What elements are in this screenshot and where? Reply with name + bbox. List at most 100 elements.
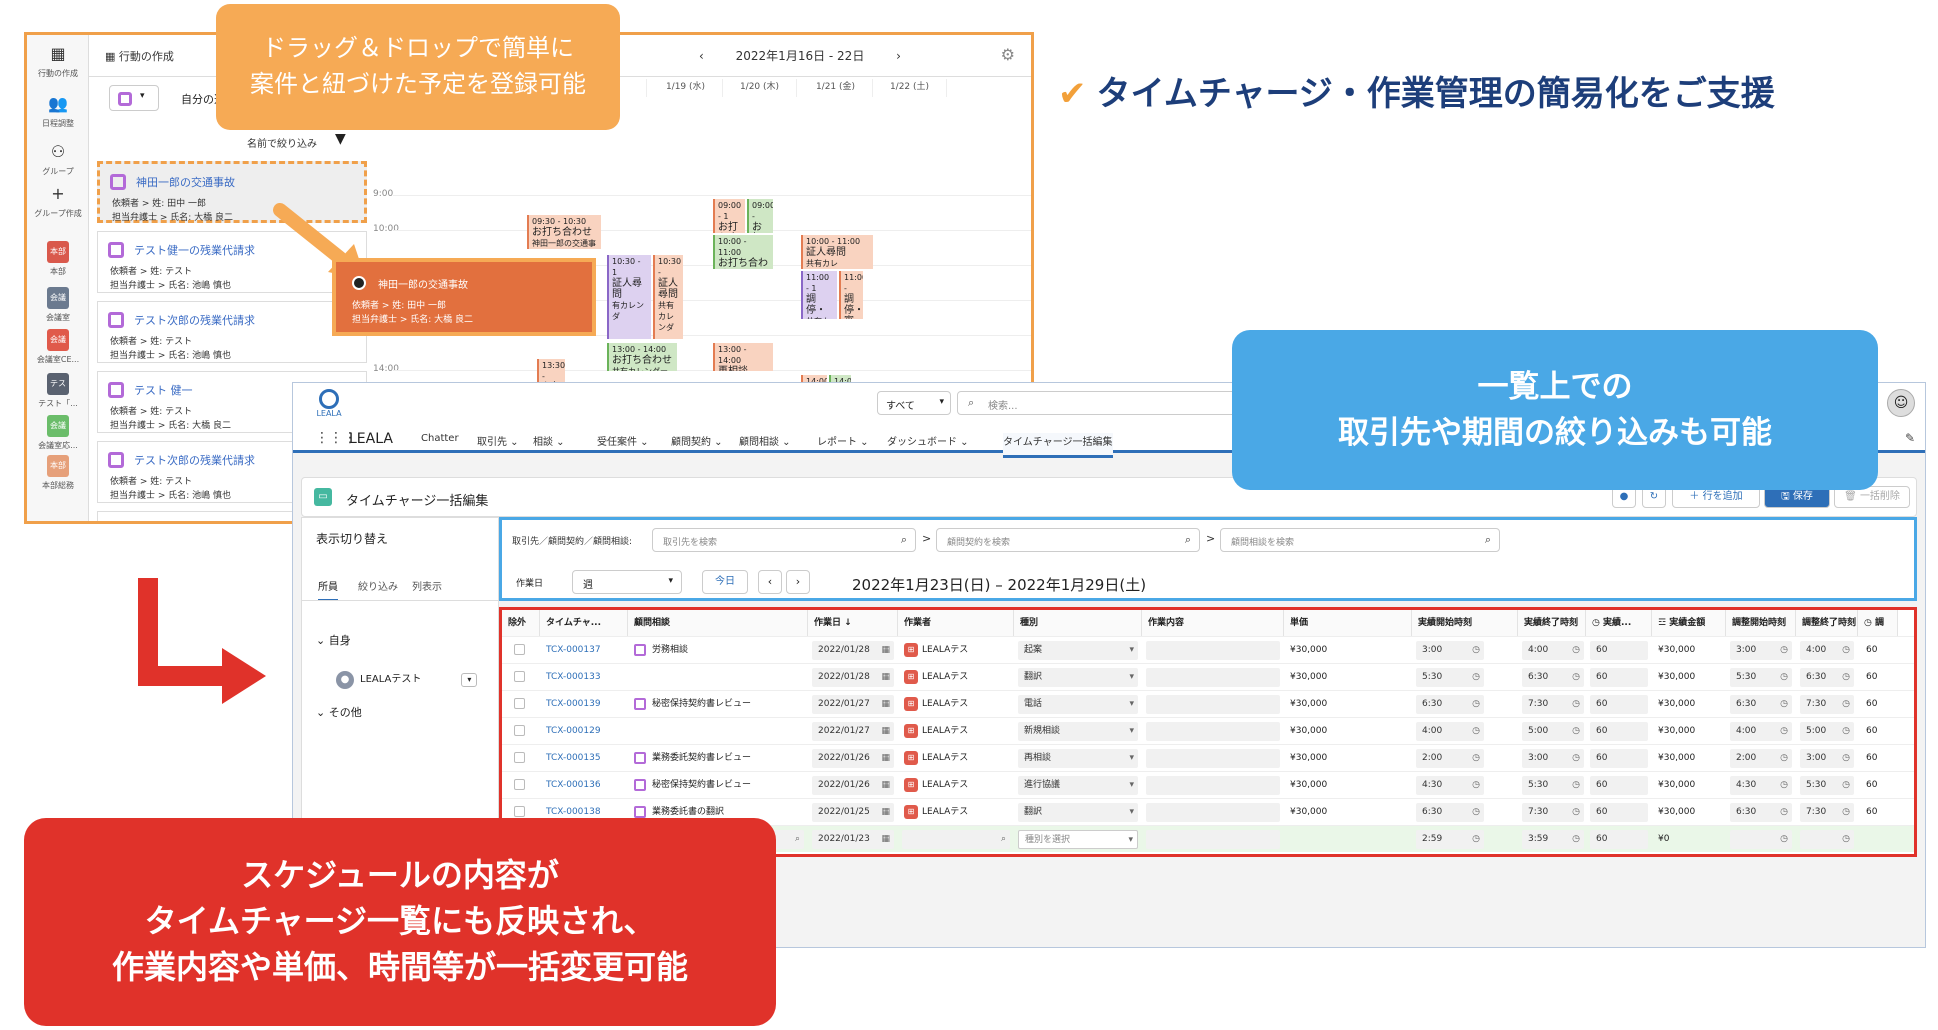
start-time-input[interactable]: 3:00 ◷ [1416, 641, 1484, 660]
nav-item[interactable]: Chatter [421, 433, 459, 444]
start-time-input[interactable]: 4:00 ◷ [1416, 722, 1484, 741]
create-action-button[interactable]: ▦ 行動の作成 [105, 48, 174, 64]
adj-end-input[interactable]: 7:30 ◷ [1800, 803, 1854, 822]
type-select[interactable]: 起案 ▾ [1018, 641, 1138, 660]
next-period-button[interactable]: › [786, 570, 810, 594]
adj-end-input[interactable]: 5:00 ◷ [1800, 722, 1854, 741]
calendar-event[interactable]: 11:00 -調停・審判 [839, 271, 863, 319]
period-select[interactable]: 週 ▾ [572, 570, 682, 594]
start-time-input[interactable]: 6:30 ◷ [1416, 803, 1484, 822]
rail-item[interactable]: テス テスト「... [27, 373, 89, 409]
chevron-down-icon[interactable]: ▾ [461, 673, 478, 687]
gear-icon[interactable]: ⚙ [1001, 45, 1015, 64]
dragged-case-card[interactable]: 神田一郎の交通事故 依頼者 > 姓: 田中 一郎 担当弁護士 > 氏名: 大橋 … [332, 258, 596, 336]
consult-cell[interactable]: 業務委託契約書レビュー [628, 745, 808, 772]
account-search-input[interactable]: 取引先を検索 ⌕ [652, 528, 916, 552]
type-select[interactable]: 再相談 ▾ [1018, 749, 1138, 768]
date-input[interactable]: 2022/01/28 ▦ [812, 641, 894, 660]
exclude-checkbox[interactable] [514, 671, 525, 682]
end-time-input[interactable]: 3:59 ◷ [1522, 830, 1584, 849]
price-cell[interactable]: ¥30,000 [1284, 664, 1412, 691]
column-header[interactable]: ◷ 実績... [1586, 610, 1652, 636]
worker-cell[interactable]: ⊞ LEALAテス [898, 799, 1014, 826]
date-input[interactable]: 2022/01/27 ▦ [812, 722, 894, 741]
content-input[interactable] [1146, 668, 1280, 687]
calendar-event[interactable]: 09:30 - 10:30お打ち合わせ神田一郎の交通事故 [527, 215, 601, 249]
minutes-input[interactable]: 60 [1590, 830, 1648, 849]
rail-item[interactable]: + グループ作成 [27, 183, 89, 219]
calendar-event[interactable]: 10:00 - 11:00お打ち合わせ共有カレンダー [713, 235, 773, 269]
tab-columns[interactable]: 列表示 [412, 578, 442, 593]
end-time-input[interactable]: 7:30 ◷ [1522, 803, 1584, 822]
adj-start-input[interactable]: 6:30 ◷ [1730, 695, 1792, 714]
exclude-checkbox[interactable] [514, 752, 525, 763]
start-time-input[interactable]: 2:59 ◷ [1416, 830, 1484, 849]
search-scope-select[interactable]: すべて ▾ [877, 391, 951, 415]
adj-end-input[interactable]: 6:30 ◷ [1800, 668, 1854, 687]
adj-end-input[interactable]: ◷ [1800, 830, 1854, 849]
today-button[interactable]: 今日 [702, 570, 748, 594]
column-header[interactable]: ◷ 調 [1858, 610, 1898, 636]
adj-end-input[interactable]: 5:30 ◷ [1800, 776, 1854, 795]
end-time-input[interactable]: 5:30 ◷ [1522, 776, 1584, 795]
rail-item[interactable]: ⚇ グループ [27, 141, 89, 177]
column-header[interactable]: タイムチャ... [540, 610, 628, 636]
start-time-input[interactable]: 2:00 ◷ [1416, 749, 1484, 768]
worker-cell[interactable]: ⊞ LEALAテス [898, 772, 1014, 799]
adj-start-input[interactable]: ◷ [1730, 830, 1792, 849]
tab-filter[interactable]: 絞り込み [358, 578, 398, 593]
rail-item[interactable]: 会議 会議室 [27, 287, 89, 323]
adj-end-input[interactable]: 3:00 ◷ [1800, 749, 1854, 768]
end-time-input[interactable]: 5:00 ◷ [1522, 722, 1584, 741]
column-header[interactable]: ☲ 実績金額 [1652, 610, 1726, 636]
content-input[interactable] [1146, 803, 1280, 822]
filter-icon[interactable]: ▼ [335, 131, 346, 147]
rail-item[interactable]: 👥 日程調整 [27, 93, 89, 129]
tab-staff[interactable]: 所員 [318, 578, 338, 601]
column-header[interactable]: 除外 [502, 610, 540, 636]
case-card[interactable]: テスト次郎の残業代請求 依頼者 > 姓: テスト 担当弁護士 > 氏名: 池嶋 慎也 [97, 301, 367, 363]
price-cell[interactable]: ¥30,000 [1284, 637, 1412, 664]
prev-period-button[interactable]: ‹ [758, 570, 782, 594]
type-select[interactable]: 翻訳 ▾ [1018, 803, 1138, 822]
global-search-input[interactable]: ⌕ 検索... [957, 391, 1277, 415]
end-time-input[interactable]: 3:00 ◷ [1522, 749, 1584, 768]
prev-week-button[interactable]: ‹ [699, 49, 704, 63]
start-time-input[interactable]: 6:30 ◷ [1416, 695, 1484, 714]
column-header[interactable]: 調整終了時刻 [1796, 610, 1858, 636]
rail-item[interactable]: 会議 会議室CE... [27, 329, 89, 365]
start-time-input[interactable]: 5:30 ◷ [1416, 668, 1484, 687]
column-header[interactable]: 種別 [1014, 610, 1142, 636]
consult-cell[interactable] [628, 718, 808, 745]
date-input[interactable]: 2022/01/25 ▦ [812, 803, 894, 822]
minutes-input[interactable]: 60 [1590, 722, 1648, 741]
adj-start-input[interactable]: 4:30 ◷ [1730, 776, 1792, 795]
exclude-checkbox[interactable] [514, 779, 525, 790]
group-self[interactable]: ⌄ 自身 [316, 632, 351, 648]
consult-cell[interactable] [628, 664, 808, 691]
price-cell[interactable]: ¥30,000 [1284, 718, 1412, 745]
nav-item[interactable]: ダッシュボード ⌄ [887, 433, 969, 448]
color-select[interactable]: ▾ [109, 85, 159, 111]
group-other[interactable]: ⌄ その他 [316, 704, 362, 720]
column-header[interactable]: 作業者 [898, 610, 1014, 636]
type-select[interactable]: 進行協議 ▾ [1018, 776, 1138, 795]
date-input[interactable]: 2022/01/26 ▦ [812, 776, 894, 795]
nav-item[interactable]: レポート ⌄ [817, 433, 869, 448]
column-header[interactable]: 実績終了時刻 [1518, 610, 1586, 636]
calendar-event[interactable]: 10:00 - 11:00 証人尋問 共有カレ [801, 235, 873, 269]
price-cell[interactable]: ¥30,000 [1284, 691, 1412, 718]
timecharge-id-link[interactable]: TCX-000129 [540, 718, 628, 745]
nav-item[interactable]: 取引先 ⌄ [477, 433, 519, 448]
calendar-event[interactable]: 13:00 - 14:00お打ち合わせ共有カレンダー [607, 343, 677, 371]
column-header[interactable]: 実績開始時刻 [1412, 610, 1518, 636]
end-time-input[interactable]: 6:30 ◷ [1522, 668, 1584, 687]
minutes-input[interactable]: 60 [1590, 668, 1648, 687]
adj-start-input[interactable]: 3:00 ◷ [1730, 641, 1792, 660]
user-item[interactable]: ● LEALAテスト ▾ [336, 670, 478, 689]
exclude-checkbox[interactable] [514, 644, 525, 655]
adj-start-input[interactable]: 4:00 ◷ [1730, 722, 1792, 741]
date-input[interactable]: 2022/01/23 ▦ [812, 830, 894, 849]
column-header[interactable]: 顧問相談 [628, 610, 808, 636]
price-cell[interactable]: ¥30,000 [1284, 745, 1412, 772]
